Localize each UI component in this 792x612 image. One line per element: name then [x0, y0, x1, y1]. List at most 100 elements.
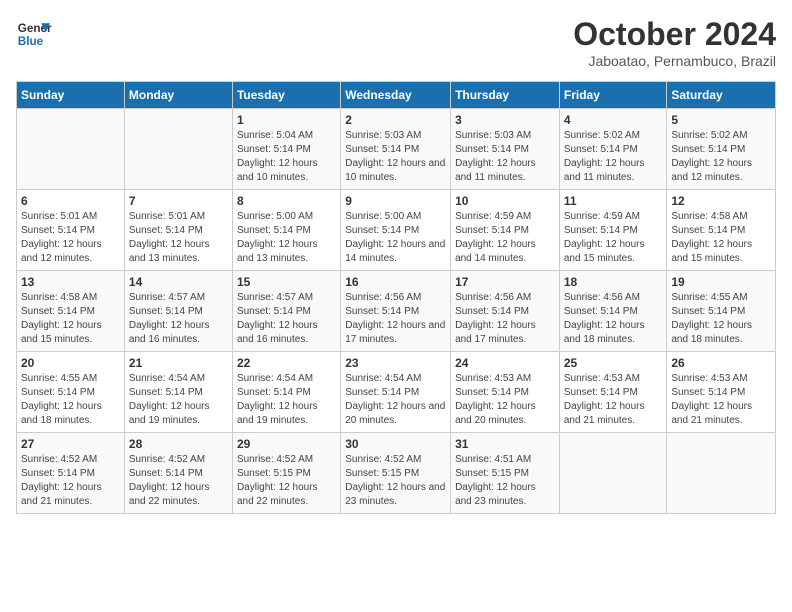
day-info: Sunrise: 5:02 AM Sunset: 5:14 PM Dayligh…: [671, 129, 771, 185]
day-number: 22: [237, 356, 336, 370]
calendar-cell: 19 Sunrise: 4:55 AM Sunset: 5:14 PM Dayli…: [667, 271, 776, 352]
calendar-cell: 8 Sunrise: 5:00 AM Sunset: 5:14 PM Daylig…: [232, 190, 340, 271]
day-number: 4: [564, 113, 663, 127]
calendar-cell: 17Sunrise: 4:56 AM Sunset: 5:14 PM Dayli…: [451, 271, 560, 352]
calendar-cell: 28Sunrise: 4:52 AM Sunset: 5:14 PM Dayli…: [124, 433, 232, 514]
calendar-cell: 25 Sunrise: 4:53 AM Sunset: 5:14 PM Dayli…: [559, 352, 667, 433]
calendar-subtitle: Jaboatao, Pernambuco, Brazil: [573, 53, 776, 69]
calendar-cell: 26Sunrise: 4:53 AM Sunset: 5:14 PM Dayli…: [667, 352, 776, 433]
calendar-cell: [667, 433, 776, 514]
calendar-cell: [17, 109, 125, 190]
week-row-3: 13 Sunrise: 4:58 AM Sunset: 5:14 PM Dayli…: [17, 271, 776, 352]
day-number: 12: [671, 194, 771, 208]
calendar-cell: 23 Sunrise: 4:54 AM Sunset: 5:14 PM Dayli…: [341, 352, 451, 433]
day-info: Sunrise: 4:52 AM Sunset: 5:15 PM Dayligh…: [237, 453, 336, 509]
calendar-cell: [559, 433, 667, 514]
calendar-cell: 30 Sunrise: 4:52 AM Sunset: 5:15 PM Dayli…: [341, 433, 451, 514]
day-info: Sunrise: 4:56 AM Sunset: 5:14 PM Dayligh…: [564, 291, 663, 347]
day-info: Sunrise: 4:57 AM Sunset: 5:14 PM Dayligh…: [237, 291, 336, 347]
day-number: 16: [345, 275, 446, 289]
calendar-table: SundayMondayTuesdayWednesdayThursdayFrid…: [16, 81, 776, 514]
title-block: October 2024 Jaboatao, Pernambuco, Brazi…: [573, 16, 776, 69]
header-day-friday: Friday: [559, 82, 667, 109]
header-day-saturday: Saturday: [667, 82, 776, 109]
day-info: Sunrise: 4:53 AM Sunset: 5:14 PM Dayligh…: [455, 372, 555, 428]
day-number: 3: [455, 113, 555, 127]
calendar-cell: 27 Sunrise: 4:52 AM Sunset: 5:14 PM Dayli…: [17, 433, 125, 514]
day-info: Sunrise: 4:52 AM Sunset: 5:15 PM Dayligh…: [345, 453, 446, 509]
calendar-cell: 2Sunrise: 5:03 AM Sunset: 5:14 PM Daylig…: [341, 109, 451, 190]
day-number: 24: [455, 356, 555, 370]
header-day-thursday: Thursday: [451, 82, 560, 109]
logo: General Blue: [16, 16, 52, 52]
day-info: Sunrise: 5:00 AM Sunset: 5:14 PM Dayligh…: [237, 210, 336, 266]
calendar-cell: 11 Sunrise: 4:59 AM Sunset: 5:14 PM Dayli…: [559, 190, 667, 271]
day-number: 18: [564, 275, 663, 289]
day-number: 25: [564, 356, 663, 370]
calendar-cell: 12Sunrise: 4:58 AM Sunset: 5:14 PM Dayli…: [667, 190, 776, 271]
day-info: Sunrise: 4:55 AM Sunset: 5:14 PM Dayligh…: [671, 291, 771, 347]
calendar-cell: 15 Sunrise: 4:57 AM Sunset: 5:14 PM Dayli…: [232, 271, 340, 352]
day-info: Sunrise: 4:51 AM Sunset: 5:15 PM Dayligh…: [455, 453, 555, 509]
day-info: Sunrise: 4:54 AM Sunset: 5:14 PM Dayligh…: [345, 372, 446, 428]
calendar-cell: 18 Sunrise: 4:56 AM Sunset: 5:14 PM Dayli…: [559, 271, 667, 352]
day-info: Sunrise: 5:01 AM Sunset: 5:14 PM Dayligh…: [21, 210, 120, 266]
day-number: 23: [345, 356, 446, 370]
calendar-cell: 22 Sunrise: 4:54 AM Sunset: 5:14 PM Dayli…: [232, 352, 340, 433]
week-row-4: 20Sunrise: 4:55 AM Sunset: 5:14 PM Dayli…: [17, 352, 776, 433]
calendar-cell: 1Sunrise: 5:04 AM Sunset: 5:14 PM Daylig…: [232, 109, 340, 190]
calendar-cell: 7Sunrise: 5:01 AM Sunset: 5:14 PM Daylig…: [124, 190, 232, 271]
day-number: 8: [237, 194, 336, 208]
week-row-2: 6Sunrise: 5:01 AM Sunset: 5:14 PM Daylig…: [17, 190, 776, 271]
day-number: 27: [21, 437, 120, 451]
calendar-cell: 5 Sunrise: 5:02 AM Sunset: 5:14 PM Daylig…: [667, 109, 776, 190]
day-info: Sunrise: 5:02 AM Sunset: 5:14 PM Dayligh…: [564, 129, 663, 185]
day-number: 30: [345, 437, 446, 451]
week-row-1: 1Sunrise: 5:04 AM Sunset: 5:14 PM Daylig…: [17, 109, 776, 190]
header-day-tuesday: Tuesday: [232, 82, 340, 109]
header-day-monday: Monday: [124, 82, 232, 109]
header-day-sunday: Sunday: [17, 82, 125, 109]
day-info: Sunrise: 4:59 AM Sunset: 5:14 PM Dayligh…: [564, 210, 663, 266]
calendar-cell: 20Sunrise: 4:55 AM Sunset: 5:14 PM Dayli…: [17, 352, 125, 433]
day-info: Sunrise: 5:01 AM Sunset: 5:14 PM Dayligh…: [129, 210, 228, 266]
day-info: Sunrise: 4:54 AM Sunset: 5:14 PM Dayligh…: [237, 372, 336, 428]
day-info: Sunrise: 4:58 AM Sunset: 5:14 PM Dayligh…: [21, 291, 120, 347]
day-number: 17: [455, 275, 555, 289]
week-row-5: 27 Sunrise: 4:52 AM Sunset: 5:14 PM Dayli…: [17, 433, 776, 514]
day-number: 10: [455, 194, 555, 208]
day-info: Sunrise: 4:56 AM Sunset: 5:14 PM Dayligh…: [345, 291, 446, 347]
day-info: Sunrise: 4:54 AM Sunset: 5:14 PM Dayligh…: [129, 372, 228, 428]
calendar-cell: 16 Sunrise: 4:56 AM Sunset: 5:14 PM Dayli…: [341, 271, 451, 352]
svg-text:Blue: Blue: [18, 35, 44, 48]
day-info: Sunrise: 4:59 AM Sunset: 5:14 PM Dayligh…: [455, 210, 555, 266]
calendar-cell: 13 Sunrise: 4:58 AM Sunset: 5:14 PM Dayli…: [17, 271, 125, 352]
day-number: 20: [21, 356, 120, 370]
logo-icon: General Blue: [16, 16, 52, 52]
calendar-title: October 2024: [573, 16, 776, 53]
calendar-cell: 10 Sunrise: 4:59 AM Sunset: 5:14 PM Dayli…: [451, 190, 560, 271]
day-info: Sunrise: 4:53 AM Sunset: 5:14 PM Dayligh…: [564, 372, 663, 428]
day-number: 28: [129, 437, 228, 451]
header-day-wednesday: Wednesday: [341, 82, 451, 109]
calendar-cell: 21 Sunrise: 4:54 AM Sunset: 5:14 PM Dayli…: [124, 352, 232, 433]
calendar-cell: 24 Sunrise: 4:53 AM Sunset: 5:14 PM Dayli…: [451, 352, 560, 433]
day-number: 31: [455, 437, 555, 451]
day-number: 11: [564, 194, 663, 208]
day-info: Sunrise: 4:52 AM Sunset: 5:14 PM Dayligh…: [21, 453, 120, 509]
day-number: 14: [129, 275, 228, 289]
calendar-cell: [124, 109, 232, 190]
header-row: SundayMondayTuesdayWednesdayThursdayFrid…: [17, 82, 776, 109]
day-number: 21: [129, 356, 228, 370]
day-number: 5: [671, 113, 771, 127]
day-number: 1: [237, 113, 336, 127]
day-number: 15: [237, 275, 336, 289]
day-info: Sunrise: 4:53 AM Sunset: 5:14 PM Dayligh…: [671, 372, 771, 428]
day-number: 19: [671, 275, 771, 289]
day-number: 13: [21, 275, 120, 289]
calendar-cell: 31 Sunrise: 4:51 AM Sunset: 5:15 PM Dayli…: [451, 433, 560, 514]
day-info: Sunrise: 5:00 AM Sunset: 5:14 PM Dayligh…: [345, 210, 446, 266]
day-info: Sunrise: 5:03 AM Sunset: 5:14 PM Dayligh…: [455, 129, 555, 185]
day-number: 9: [345, 194, 446, 208]
day-info: Sunrise: 4:57 AM Sunset: 5:14 PM Dayligh…: [129, 291, 228, 347]
